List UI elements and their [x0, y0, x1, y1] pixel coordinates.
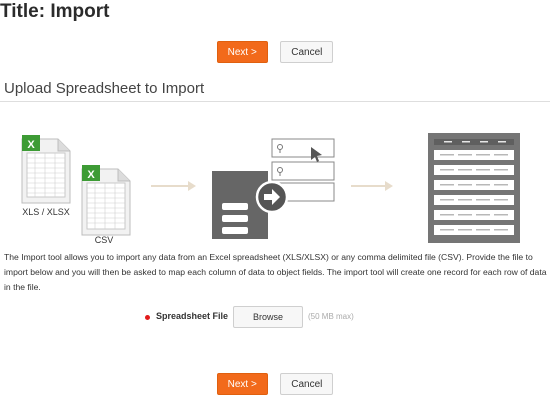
import-description: The Import tool allows you to import any… [4, 252, 547, 292]
csv-caption: CSV [95, 235, 114, 245]
next-button-bottom[interactable]: Next > [216, 373, 268, 395]
browse-button[interactable]: Browse [233, 306, 303, 328]
data-table-icon [428, 133, 520, 243]
section-divider [0, 101, 550, 102]
required-indicator [145, 315, 150, 320]
bottom-button-row: Next > Cancel [0, 373, 550, 395]
section-title: Upload Spreadsheet to Import [4, 80, 205, 97]
csv-badge-letter: X [87, 169, 95, 181]
cancel-button-bottom[interactable]: Cancel [280, 373, 334, 395]
flow-arrow-1 [151, 181, 196, 191]
next-button-top[interactable]: Next > [216, 41, 268, 63]
cancel-button-top[interactable]: Cancel [280, 41, 334, 63]
arrow-right-icon [255, 180, 289, 214]
excel-badge-letter: X [27, 139, 35, 151]
spreadsheet-file-label: Spreadsheet File [156, 311, 229, 321]
excel-caption: XLS / XLSX [22, 207, 70, 217]
file-size-hint: (50 MB max) [308, 312, 354, 321]
page-title: Title: Import [0, 1, 110, 22]
flow-arrow-2 [351, 181, 393, 191]
top-button-row: Next > Cancel [0, 41, 550, 63]
import-illustration: X XLS / XLSX X CSV [21, 133, 520, 245]
spreadsheet-file-row: Spreadsheet File Browse (50 MB max) [0, 306, 550, 328]
